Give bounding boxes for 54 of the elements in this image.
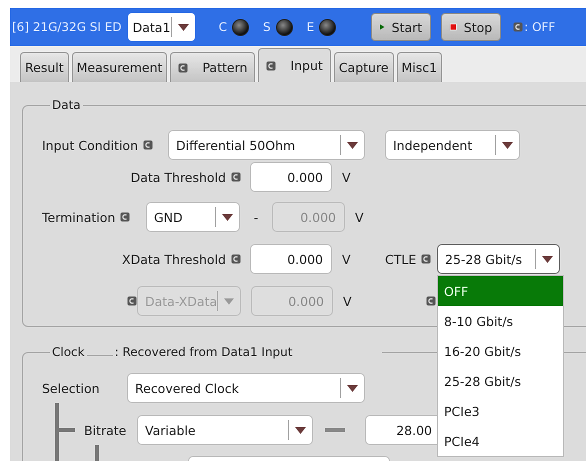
unit-label: V	[343, 294, 353, 308]
field-label: Input Condition	[42, 138, 138, 152]
stop-icon	[450, 21, 457, 33]
unit-label: V	[342, 252, 352, 266]
field-label: XData Threshold	[122, 252, 226, 266]
number-field[interactable]: 0.000	[250, 244, 332, 274]
field-label: Termination	[42, 210, 116, 224]
stop-button[interactable]: Stop	[441, 13, 502, 41]
dropdown-option[interactable]: OFF	[438, 276, 563, 306]
group-title: Clock	[52, 345, 85, 359]
start-button[interactable]: Start	[371, 13, 432, 41]
caret-icon	[178, 24, 189, 30]
group-title: Data	[52, 98, 81, 112]
tab[interactable]: Capture	[334, 52, 394, 82]
dropdown-field[interactable]: Variable	[137, 415, 313, 445]
tab[interactable]: Measurement	[72, 52, 168, 82]
unit-label: V	[342, 170, 352, 184]
unit-label: V	[355, 210, 365, 224]
caret-icon	[224, 298, 234, 304]
caret-icon	[502, 142, 513, 148]
square-icon	[231, 254, 241, 264]
field-label: Selection	[42, 380, 100, 396]
field-label: Bitrate	[84, 422, 126, 438]
square-icon	[513, 22, 524, 32]
channel-dropdown[interactable]: Data1	[128, 13, 195, 41]
dropdown-field[interactable]: Independent	[385, 130, 520, 160]
caret-icon	[347, 384, 358, 392]
caret-icon	[347, 142, 358, 148]
indicator-label: C	[218, 20, 227, 34]
tab[interactable]: Misc1	[396, 52, 442, 82]
caret-icon	[295, 426, 306, 434]
square-icon	[231, 172, 241, 182]
number-field[interactable]: 0.000	[250, 162, 332, 192]
caret-icon	[222, 214, 233, 220]
dropdown-field[interactable]: GND	[146, 202, 240, 232]
field-label: Data Threshold	[130, 170, 226, 184]
square-icon	[120, 212, 130, 222]
square-icon	[127, 296, 137, 306]
instrument-title: [6] 21G/32G SI ED	[12, 20, 122, 34]
tab[interactable]: Pattern	[170, 52, 256, 82]
separator-text: -	[252, 210, 260, 224]
field-label: CTLE	[385, 252, 416, 266]
dropdown-field[interactable]: Differential 50Ohm	[168, 130, 365, 160]
caret-icon	[542, 256, 553, 262]
indicator-label: S	[263, 20, 271, 34]
indicator-label: E	[306, 20, 314, 34]
tab[interactable]: Input	[258, 48, 331, 82]
tab[interactable]: Result	[20, 52, 69, 82]
status-text: : OFF	[524, 20, 556, 34]
square-icon	[426, 296, 436, 306]
square-icon	[143, 140, 153, 150]
dropdown-field[interactable]: Recovered Clock	[127, 373, 365, 403]
square-icon	[421, 254, 432, 264]
clock-source-text: : Recovered from Data1 Input	[114, 345, 292, 359]
